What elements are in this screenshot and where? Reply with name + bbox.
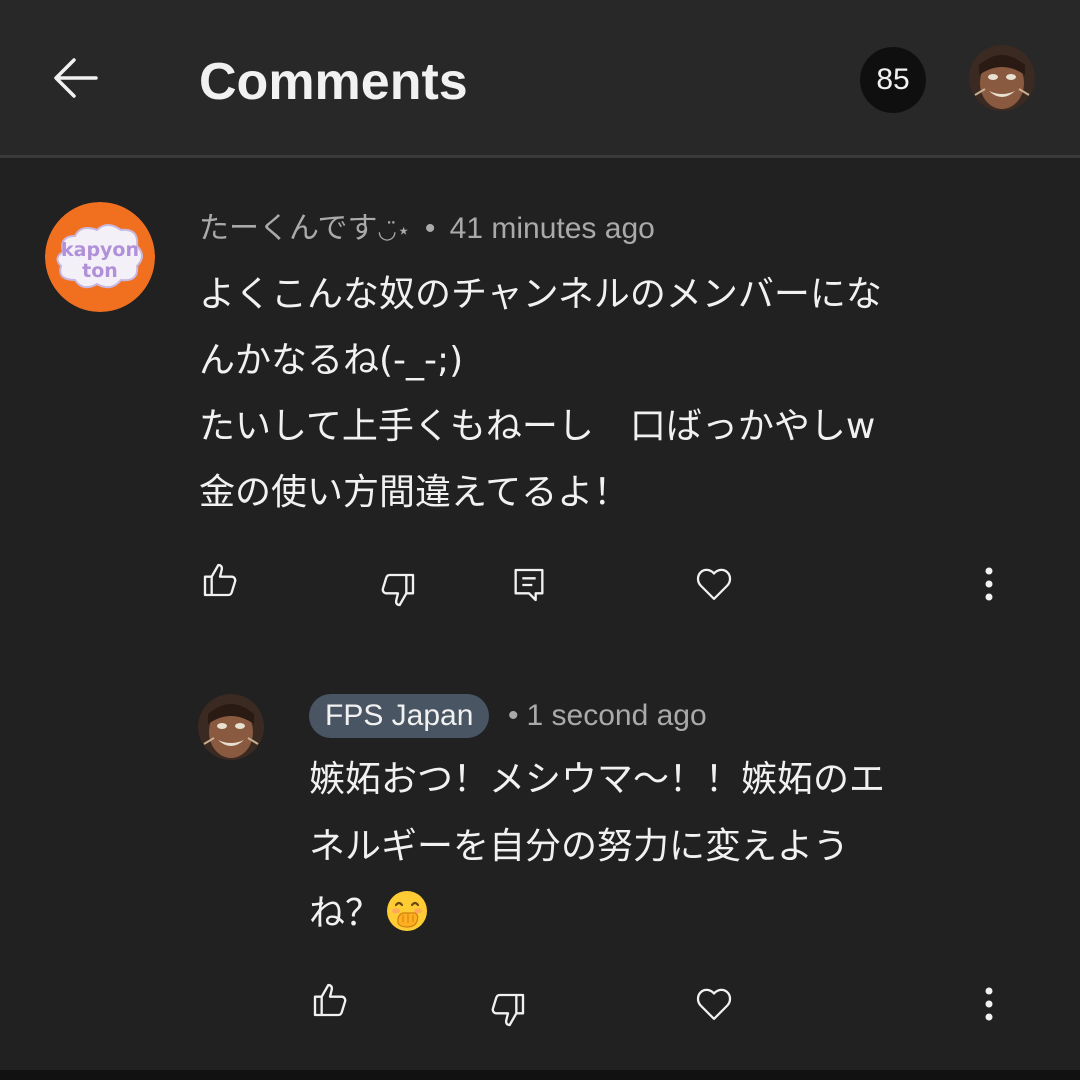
heart-icon [696, 568, 732, 601]
heart-icon [696, 988, 732, 1021]
page-title: Comments [199, 53, 468, 111]
user-avatar[interactable] [969, 45, 1035, 111]
comment-author-avatar[interactable]: kapyon ton [45, 202, 155, 312]
thumbs-up-icon [203, 563, 237, 597]
comment-line: たいして上手くもねーし 口ばっかやしw [199, 406, 876, 447]
comment-more-button[interactable] [965, 560, 1013, 608]
meta-separator: • [424, 212, 436, 245]
comments-panel: Comments 85 kapyon ton たーくんです◡̈⋆ • 41 mi… [0, 0, 1080, 1070]
thumbs-up-icon [313, 983, 347, 1017]
meta-separator: • [508, 699, 519, 732]
reply-icon [514, 568, 544, 602]
reply-line-last: ね？ [309, 880, 1009, 947]
reply-line: ネルギーを自分の努力に変えよう [309, 826, 850, 867]
comment-line: んかなるね(-_-;) [199, 340, 464, 381]
more-vert-icon [985, 987, 993, 1021]
reply-author-avatar[interactable] [198, 694, 264, 760]
thumbs-down-icon [491, 993, 525, 1027]
reply-author-chip[interactable]: FPS Japan [309, 694, 490, 738]
reply-heart-button[interactable] [690, 980, 738, 1028]
back-button[interactable] [46, 48, 106, 108]
like-button[interactable] [196, 556, 244, 604]
avatar-text-line2: ton [82, 260, 118, 282]
more-vert-icon [985, 567, 993, 601]
comment-author-suffix: ◡̈⋆ [377, 218, 411, 243]
dislike-button[interactable] [374, 566, 422, 614]
reply-body: 嫉妬おつ！メシウマ〜！！嫉妬のエ ネルギーを自分の努力に変えよう ね？ [309, 746, 1009, 947]
face-with-hand-over-mouth-icon [387, 891, 428, 931]
comment-line: 金の使い方間違えてるよ！ [199, 472, 630, 513]
heart-button[interactable] [690, 560, 738, 608]
reply-time: 1 second ago [526, 699, 707, 732]
comments-header: Comments 85 [0, 0, 1080, 158]
reply-button[interactable] [505, 561, 553, 609]
reply-line: 嫉妬おつ！メシウマ〜！！嫉妬のエ [309, 759, 886, 800]
bottom-edge [0, 1070, 1080, 1080]
thumbs-down-icon [381, 573, 415, 607]
arrow-left-icon [54, 58, 98, 98]
comment-body: よくこんな奴のチャンネルのメンバーにな んかなるね(-_-;) たいして上手くも… [199, 262, 979, 526]
reply-dislike-button[interactable] [484, 986, 532, 1034]
avatar-text-line1: kapyon [61, 239, 139, 261]
comment-time: 41 minutes ago [449, 212, 655, 245]
comment-meta: たーくんです◡̈⋆ • 41 minutes ago [199, 207, 655, 253]
reply-like-button[interactable] [306, 976, 354, 1024]
comment-line: よくこんな奴のチャンネルのメンバーにな [199, 274, 882, 315]
comment-count-badge: 85 [860, 47, 926, 113]
comment-author[interactable]: たーくんです [199, 212, 378, 245]
reply-line: ね？ [309, 893, 382, 934]
reply-meta: • 1 second ago [508, 694, 707, 738]
reply-more-button[interactable] [965, 980, 1013, 1028]
